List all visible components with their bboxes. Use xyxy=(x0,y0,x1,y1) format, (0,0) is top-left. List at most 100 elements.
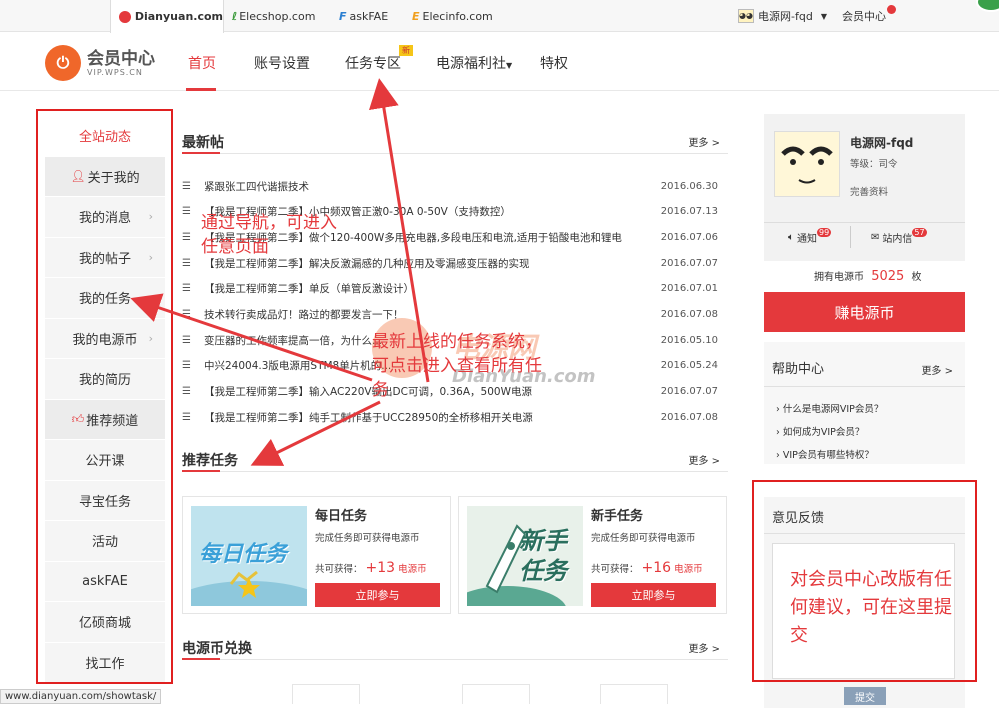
brand-subtitle: VIP.WPS.CN xyxy=(87,67,143,77)
divider xyxy=(764,386,965,387)
list-icon: ☰ xyxy=(182,180,191,192)
site-tab-dianyuan[interactable]: Dianyuan.com xyxy=(110,0,224,33)
title-underline xyxy=(182,470,220,472)
more-link[interactable]: 更多 > xyxy=(688,452,720,467)
daily-task-banner: 每日任务 xyxy=(191,506,307,606)
nav-privilege[interactable]: 特权 xyxy=(540,53,568,73)
post-title[interactable]: 【我是工程师第二季】纯手工制作基于UCC28950的全桥移相开关电源 xyxy=(204,410,660,425)
user-avatar-icon: ◕◕ xyxy=(738,9,754,23)
status-bar-url: www.dianyuan.com/showtask/ xyxy=(0,689,162,704)
daily-task-card[interactable]: 每日任务 每日任务 完成任务即可获得电源币 共可获得： +13 电源币 立即参与 xyxy=(182,496,451,614)
post-date: 2016.07.08 xyxy=(660,309,718,320)
reward-amount: +13 xyxy=(365,560,396,576)
profile-card: 电源网-fqd 等级：司令 完善资料 🔈︎ 通知 99 ✉ 站内信 57 xyxy=(764,114,965,261)
post-row[interactable]: ☰ 技术转行卖成品灯！路过的都要发言一下！ 2016.07.08 xyxy=(182,305,728,325)
notify-label: 通知 xyxy=(797,234,817,245)
coin-amount: 5025 xyxy=(871,269,905,284)
post-title[interactable]: 技术转行卖成品灯！路过的都要发言一下！ xyxy=(204,307,660,322)
help-item[interactable]: › VIP会员有哪些特权？ xyxy=(776,444,883,467)
notification-dot-icon xyxy=(887,4,896,14)
title-underline xyxy=(182,658,220,660)
post-date: 2016.07.07 xyxy=(660,257,718,269)
plug-logo-icon: ⏻ xyxy=(45,45,81,81)
help-item[interactable]: › 如何成为VIP会员？ xyxy=(776,421,883,444)
help-item-label: 如何成为VIP会员？ xyxy=(782,427,865,438)
banner-text: 新手任务 xyxy=(519,527,567,585)
join-newbie-task-button[interactable]: 立即参与 xyxy=(591,583,716,607)
task-title: 新手任务 xyxy=(591,509,644,524)
site-switcher-bar: Dianyuan.com ℓ Elecshop.com F askFAE E E… xyxy=(0,0,999,33)
user-menu[interactable]: ◕◕ 电源网-fqd ▼ xyxy=(738,0,827,32)
nav-account-settings[interactable]: 账号设置 xyxy=(254,53,310,73)
nav-task-zone[interactable]: 任务专区 xyxy=(345,53,401,73)
inbox-link[interactable]: ✉ 站内信 57 xyxy=(871,228,927,245)
divider xyxy=(850,226,851,248)
inbox-count-badge: 57 xyxy=(912,228,927,237)
post-row[interactable]: ☰ 【我是工程师第二季】单反（单管反激设计） 2016.07.01 xyxy=(182,279,728,299)
help-list: › 什么是电源网VIP会员？ › 如何成为VIP会员？ › VIP会员有哪些特权… xyxy=(776,398,883,467)
brand-logo[interactable]: ⏻ 会员中心 VIP.WPS.CN xyxy=(45,45,155,81)
task-title: 每日任务 xyxy=(315,509,368,524)
exchange-item-thumb[interactable] xyxy=(462,684,530,704)
post-date: 2016.07.06 xyxy=(660,231,718,243)
help-item[interactable]: › 什么是电源网VIP会员？ xyxy=(776,398,883,421)
site-tab-label: Elecinfo.com xyxy=(422,9,493,23)
new-badge: 新 xyxy=(399,45,413,56)
more-link[interactable]: 更多 > xyxy=(688,640,720,655)
notify-count-badge: 99 xyxy=(817,228,832,237)
mail-icon: ✉ xyxy=(871,232,880,243)
divider xyxy=(764,222,965,223)
exchange-item-thumb[interactable] xyxy=(600,684,668,704)
help-center: 帮助中心 更多 > › 什么是电源网VIP会员？ › 如何成为VIP会员？ › … xyxy=(764,342,965,464)
list-icon: ☰ xyxy=(182,283,191,295)
list-icon: ☰ xyxy=(182,411,191,423)
join-daily-task-button[interactable]: 立即参与 xyxy=(315,583,440,607)
main-header: ⏻ 会员中心 VIP.WPS.CN 首页 账号设置 任务专区 电源福利社▼ 特权 xyxy=(0,33,999,91)
site-tab-elecinfo[interactable]: E Elecinfo.com xyxy=(412,0,493,32)
post-date: 2016.07.08 xyxy=(660,411,718,423)
banner-text: 每日任务 xyxy=(199,542,288,567)
coin-prefix: 拥有电源币 xyxy=(814,272,864,283)
post-title[interactable]: 【我是工程师第二季】单反（单管反激设计） xyxy=(204,281,660,296)
nav-active-underline xyxy=(186,88,216,91)
earn-coins-button[interactable]: 赚电源币 xyxy=(764,292,965,332)
site-tab-askfae[interactable]: F askFAE xyxy=(339,0,388,32)
post-row[interactable]: ☰ 紧跟张工四代谐振技术 2016.06.30 xyxy=(182,176,728,196)
section-title: 最新帖 xyxy=(182,135,224,151)
list-icon: ☰ xyxy=(182,231,191,243)
member-center-link[interactable]: 会员中心 xyxy=(842,0,896,32)
elecshop-logo-icon: ℓ xyxy=(232,9,238,23)
exchange-item-thumb[interactable] xyxy=(292,684,360,704)
profile-username[interactable]: 电源网-fqd xyxy=(850,134,913,151)
site-tab-elecshop[interactable]: ℓ Elecshop.com xyxy=(232,0,315,32)
help-more-link[interactable]: 更多 > xyxy=(921,362,953,377)
profile-level: 等级：司令 xyxy=(850,159,898,170)
post-date: 2016.07.13 xyxy=(660,206,718,218)
list-icon: ☰ xyxy=(182,386,191,398)
member-center-label: 会员中心 xyxy=(842,10,886,23)
user-avatar[interactable] xyxy=(774,131,840,197)
extension-badge-icon xyxy=(976,0,999,12)
nav-welfare[interactable]: 电源福利社▼ xyxy=(436,53,512,73)
post-row[interactable]: ☰ 【我是工程师第二季】纯手工制作基于UCC28950的全桥移相开关电源 2016.… xyxy=(182,407,728,427)
annotation-nav: 通过导航，可进入任意页面 xyxy=(201,213,337,257)
user-name: 电源网-fqd xyxy=(758,10,813,23)
nav-home[interactable]: 首页 xyxy=(188,53,216,73)
brand-title: 会员中心 xyxy=(87,48,155,69)
notify-link[interactable]: 🔈︎ 通知 99 xyxy=(788,228,832,245)
caret-down-icon: ▼ xyxy=(506,61,513,70)
post-date: 2016.07.01 xyxy=(660,283,718,295)
post-date: 2016.06.30 xyxy=(660,180,718,192)
newbie-task-card[interactable]: 新手任务 新手任务 完成任务即可获得电源币 共可获得： +16 电源币 立即参与 xyxy=(458,496,727,614)
speaker-icon: 🔈︎ xyxy=(788,232,794,243)
section-title: 推荐任务 xyxy=(182,453,238,469)
more-link[interactable]: 更多 > xyxy=(688,134,720,149)
reward-label: 共可获得： xyxy=(315,564,363,575)
complete-profile-link[interactable]: 完善资料 xyxy=(850,184,888,198)
latest-posts-header: 最新帖 更多 > xyxy=(182,120,728,154)
post-title[interactable]: 紧跟张工四代谐振技术 xyxy=(204,179,660,194)
feedback-submit-button[interactable]: 提交 xyxy=(844,687,886,705)
task-description: 完成任务即可获得电源币 xyxy=(591,533,696,544)
main-content: 最新帖 更多 > ☰ 紧跟张工四代谐振技术 2016.06.30 ☰ 【我是工程师第二季… xyxy=(182,120,728,660)
elecinfo-logo-icon: E xyxy=(412,9,420,23)
